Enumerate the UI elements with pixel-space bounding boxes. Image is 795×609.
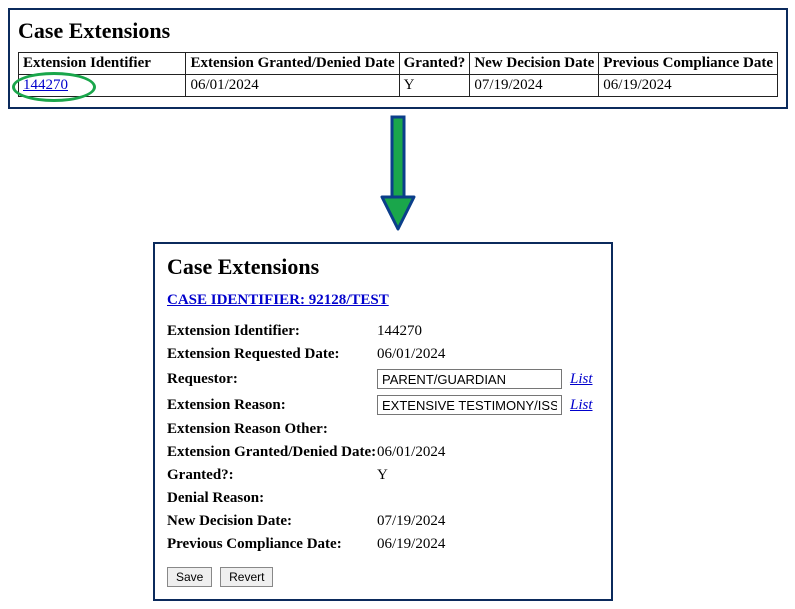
extensions-table: Extension Identifier Extension Granted/D…: [18, 52, 778, 97]
extension-reason-input[interactable]: [377, 395, 562, 415]
label-denial-reason: Denial Reason:: [167, 490, 377, 507]
extension-reason-list-link[interactable]: List: [570, 397, 593, 414]
list-panel-title: Case Extensions: [18, 18, 778, 44]
revert-button[interactable]: Revert: [220, 567, 273, 587]
col-previous-compliance-date: Previous Compliance Date: [599, 53, 778, 75]
label-requestor: Requestor:: [167, 371, 377, 388]
label-previous-compliance-date: Previous Compliance Date:: [167, 536, 377, 553]
arrow-down-icon: [378, 113, 418, 233]
flow-arrow-container: [8, 109, 788, 242]
case-extensions-detail-panel: Case Extensions CASE IDENTIFIER: 92128/T…: [153, 242, 613, 601]
value-granted: Y: [377, 467, 599, 484]
value-previous-compliance-date: 06/19/2024: [377, 536, 599, 553]
value-new-decision-date: 07/19/2024: [377, 513, 599, 530]
detail-fields: Extension Identifier: 144270 Extension R…: [167, 323, 599, 553]
cell-previous-compliance-date: 06/19/2024: [599, 75, 778, 97]
row-requestor: List: [377, 369, 599, 389]
cell-new-decision-date: 07/19/2024: [470, 75, 599, 97]
requestor-input[interactable]: [377, 369, 562, 389]
table-row: 144270 06/01/2024 Y 07/19/2024 06/19/202…: [19, 75, 778, 97]
col-granted: Granted?: [399, 53, 470, 75]
cell-granted-denied-date: 06/01/2024: [186, 75, 399, 97]
label-requested-date: Extension Requested Date:: [167, 346, 377, 363]
col-granted-denied-date: Extension Granted/Denied Date: [186, 53, 399, 75]
case-extensions-list-panel: Case Extensions Extension Identifier Ext…: [8, 8, 788, 109]
label-granted-denied-date: Extension Granted/Denied Date:: [167, 444, 377, 461]
button-bar: Save Revert: [167, 567, 599, 587]
table-header-row: Extension Identifier Extension Granted/D…: [19, 53, 778, 75]
label-extension-identifier: Extension Identifier:: [167, 323, 377, 340]
col-extension-identifier: Extension Identifier: [19, 53, 186, 75]
case-identifier-link[interactable]: CASE IDENTIFIER: 92128/TEST: [167, 292, 389, 309]
label-extension-reason-other: Extension Reason Other:: [167, 421, 377, 438]
label-extension-reason: Extension Reason:: [167, 397, 377, 414]
value-extension-identifier: 144270: [377, 323, 599, 340]
value-requested-date: 06/01/2024: [377, 346, 599, 363]
value-granted-denied-date: 06/01/2024: [377, 444, 599, 461]
label-new-decision-date: New Decision Date:: [167, 513, 377, 530]
col-new-decision-date: New Decision Date: [470, 53, 599, 75]
save-button[interactable]: Save: [167, 567, 212, 587]
cell-granted: Y: [399, 75, 470, 97]
cell-extension-identifier: 144270: [19, 75, 186, 97]
extension-identifier-link[interactable]: 144270: [23, 77, 68, 93]
label-granted: Granted?:: [167, 467, 377, 484]
detail-panel-title: Case Extensions: [167, 254, 599, 280]
requestor-list-link[interactable]: List: [570, 371, 593, 388]
row-extension-reason: List: [377, 395, 599, 415]
